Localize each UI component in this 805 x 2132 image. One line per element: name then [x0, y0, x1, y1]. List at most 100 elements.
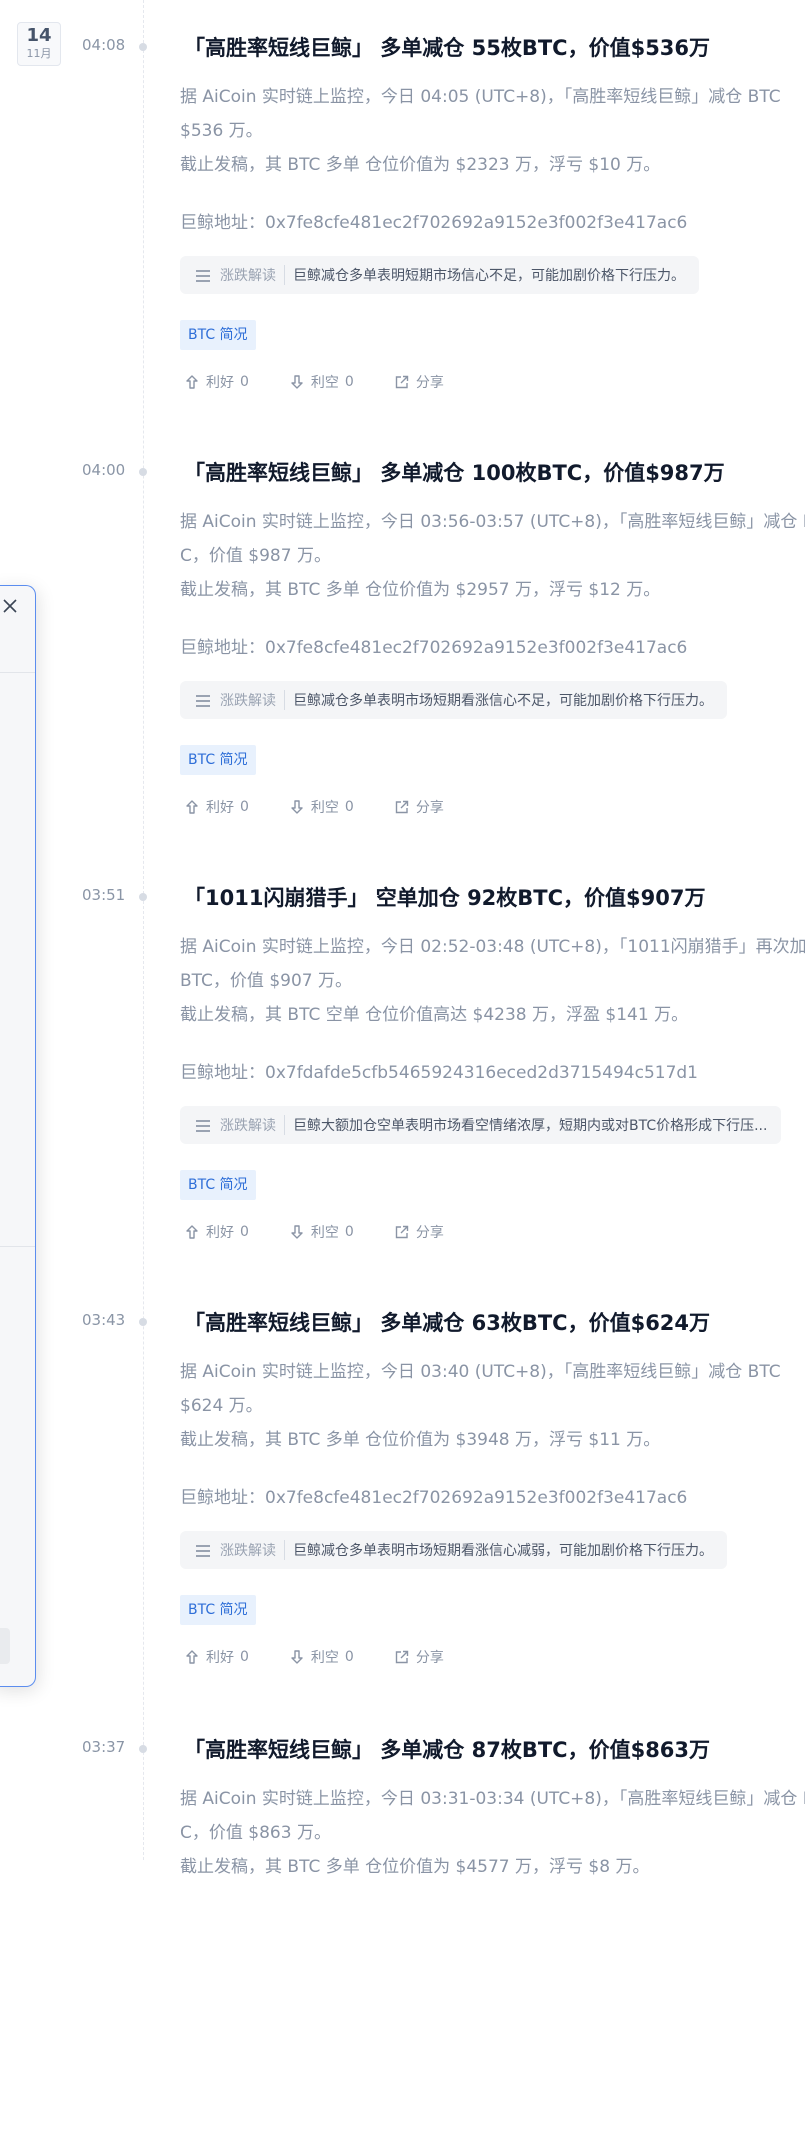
arrow-up-icon — [186, 1225, 198, 1239]
interpretation-text: 巨鲸大额加仓空单表明市场看空情绪浓厚，短期内或对BTC价格形成下行压... — [293, 1118, 768, 1134]
bear-count: 0 — [344, 1224, 354, 1240]
news-title[interactable]: 「1011闪崩猎手」 空单加仓 92枚BTC，价值$907万 — [184, 882, 705, 912]
share-icon — [395, 375, 409, 389]
bull-count: 0 — [240, 1649, 249, 1665]
bull-label: 利好 — [206, 1225, 234, 1241]
share-button[interactable]: 分享 — [394, 1222, 444, 1242]
btc-overview-tag[interactable]: BTC 简况 — [180, 320, 256, 350]
bear-label: 利空 — [310, 1225, 339, 1241]
bear-label: 利空 — [310, 375, 339, 391]
news-body-line: 据 AiCoin 实时链上监控，今日 03:40 (UTC+8)，「高胜率短线巨… — [180, 1362, 781, 1382]
bull-count: 0 — [240, 374, 249, 390]
whale-address: 巨鲸地址：0x7fe8cfe481ec2f702692a9152e3f002f3… — [180, 638, 688, 658]
price-interpretation[interactable]: 涨跌解读 巨鲸减仓多单表明市场短期看涨信心不足，可能加剧价格下行压力。 — [180, 681, 727, 719]
bull-label: 利好 — [206, 800, 234, 816]
news-body: 据 AiCoin 实时链上监控，今日 03:56-03:57 (UTC+8)，「… — [180, 505, 805, 607]
news-body: 据 AiCoin 实时链上监控，今日 04:05 (UTC+8)，「高胜率短线巨… — [180, 80, 805, 182]
timeline-dot — [139, 1745, 147, 1753]
price-interpretation[interactable]: 涨跌解读 巨鲸减仓多单表明市场短期看涨信心减弱，可能加剧价格下行压力。 — [180, 1531, 727, 1569]
price-interpretation[interactable]: 涨跌解读 巨鲸减仓多单表明短期市场信心不足，可能加剧价格下行压力。 — [180, 256, 699, 294]
arrow-up-icon — [186, 1650, 198, 1664]
news-body: 据 AiCoin 实时链上监控，今日 03:40 (UTC+8)，「高胜率短线巨… — [180, 1355, 805, 1457]
share-icon — [395, 1225, 409, 1239]
interpretation-text: 巨鲸减仓多单表明短期市场信心不足，可能加剧价格下行压力。 — [293, 268, 685, 284]
bear-button[interactable]: 利空 0 — [289, 1647, 354, 1667]
share-label: 分享 — [415, 800, 444, 816]
close-icon[interactable] — [0, 596, 20, 616]
news-time: 03:43 — [82, 1311, 126, 1329]
timeline-dot — [139, 468, 147, 476]
news-body-line: 截止发稿，其 BTC 多单 仓位价值为 $4577 万，浮亏 $8 万。 — [180, 1857, 650, 1877]
timeline-dot — [139, 893, 147, 901]
timeline-dot — [139, 1318, 147, 1326]
whale-address: 巨鲸地址：0x7fe8cfe481ec2f702692a9152e3f002f3… — [180, 1488, 688, 1508]
interpretation-text: 巨鲸减仓多单表明市场短期看涨信心减弱，可能加剧价格下行压力。 — [293, 1543, 713, 1559]
news-body-line: $624 万。 — [180, 1396, 263, 1416]
news-body-line: 截止发稿，其 BTC 多单 仓位价值为 $2323 万，浮亏 $10 万。 — [180, 155, 661, 175]
arrow-down-icon — [291, 800, 303, 814]
side-panel — [0, 585, 36, 1687]
news-body-line: 据 AiCoin 实时链上监控，今日 03:56-03:57 (UTC+8)，「… — [180, 512, 805, 532]
btc-overview-tag[interactable]: BTC 简况 — [180, 1170, 256, 1200]
bull-count: 0 — [240, 1224, 249, 1240]
bear-button[interactable]: 利空 0 — [289, 797, 354, 817]
news-item: 03:51 「1011闪崩猎手」 空单加仓 92枚BTC，价值$907万 据 A… — [0, 860, 805, 1280]
btc-overview-tag[interactable]: BTC 简况 — [180, 1595, 256, 1625]
bear-label: 利空 — [310, 800, 339, 816]
news-title[interactable]: 「高胜率短线巨鲸」 多单减仓 63枚BTC，价值$624万 — [184, 1307, 710, 1337]
share-icon — [395, 800, 409, 814]
list-icon — [196, 1119, 210, 1132]
news-body-line: C，价值 $987 万。 — [180, 546, 331, 566]
bear-count: 0 — [344, 1649, 354, 1665]
arrow-down-icon — [291, 1650, 303, 1664]
bull-label: 利好 — [206, 375, 234, 391]
news-actions: 利好 0 利空 0 分享 — [184, 1647, 444, 1667]
news-body-line: BTC，价值 $907 万。 — [180, 971, 352, 991]
news-body-line: 据 AiCoin 实时链上监控，今日 03:31-03:34 (UTC+8)，「… — [180, 1789, 805, 1809]
price-interpretation[interactable]: 涨跌解读 巨鲸大额加仓空单表明市场看空情绪浓厚，短期内或对BTC价格形成下行压.… — [180, 1106, 782, 1144]
bear-button[interactable]: 利空 0 — [289, 1222, 354, 1242]
bull-button[interactable]: 利好 0 — [184, 1222, 249, 1242]
news-actions: 利好 0 利空 0 分享 — [184, 797, 444, 817]
news-title[interactable]: 「高胜率短线巨鲸」 多单减仓 55枚BTC，价值$536万 — [184, 32, 710, 62]
bear-count: 0 — [344, 374, 354, 390]
bull-count: 0 — [240, 799, 249, 815]
bull-label: 利好 — [206, 1650, 234, 1666]
news-body-line: 截止发稿，其 BTC 多单 仓位价值为 $2957 万，浮亏 $12 万。 — [180, 580, 661, 600]
news-body-line: 据 AiCoin 实时链上监控，今日 02:52-03:48 (UTC+8)，「… — [180, 937, 805, 957]
bear-label: 利空 — [310, 1650, 339, 1666]
news-item: 03:37 「高胜率短线巨鲸」 多单减仓 87枚BTC，价值$863万 据 Ai… — [0, 1712, 805, 2132]
news-body-line: 截止发稿，其 BTC 空单 仓位价值高达 $4238 万，浮盈 $141 万。 — [180, 1005, 689, 1025]
share-label: 分享 — [415, 1225, 444, 1241]
share-icon — [395, 1650, 409, 1664]
news-title[interactable]: 「高胜率短线巨鲸」 多单减仓 87枚BTC，价值$863万 — [184, 1734, 710, 1764]
share-label: 分享 — [415, 1650, 444, 1666]
news-body-line: 据 AiCoin 实时链上监控，今日 04:05 (UTC+8)，「高胜率短线巨… — [180, 87, 781, 107]
interpretation-text: 巨鲸减仓多单表明市场短期看涨信心不足，可能加剧价格下行压力。 — [293, 693, 713, 709]
arrow-up-icon — [186, 800, 198, 814]
bear-count: 0 — [344, 799, 354, 815]
news-body-line: 截止发稿，其 BTC 多单 仓位价值为 $3948 万，浮亏 $11 万。 — [180, 1430, 661, 1450]
share-button[interactable]: 分享 — [394, 372, 444, 392]
share-button[interactable]: 分享 — [394, 797, 444, 817]
list-icon — [196, 694, 210, 707]
interpretation-label: 涨跌解读 — [220, 690, 285, 710]
btc-overview-tag[interactable]: BTC 简况 — [180, 745, 256, 775]
bull-button[interactable]: 利好 0 — [184, 372, 249, 392]
panel-bottom-control[interactable] — [0, 1628, 10, 1664]
news-item: 04:00 「高胜率短线巨鲸」 多单减仓 100枚BTC，价值$987万 据 A… — [0, 435, 805, 855]
news-time: 03:51 — [82, 886, 126, 904]
news-body-line: $536 万。 — [180, 121, 263, 141]
interpretation-label: 涨跌解读 — [220, 265, 285, 285]
bull-button[interactable]: 利好 0 — [184, 797, 249, 817]
share-button[interactable]: 分享 — [394, 1647, 444, 1667]
news-time: 04:00 — [82, 461, 126, 479]
news-actions: 利好 0 利空 0 分享 — [184, 372, 444, 392]
bull-button[interactable]: 利好 0 — [184, 1647, 249, 1667]
bear-button[interactable]: 利空 0 — [289, 372, 354, 392]
news-body: 据 AiCoin 实时链上监控，今日 02:52-03:48 (UTC+8)，「… — [180, 930, 805, 1032]
news-title[interactable]: 「高胜率短线巨鲸」 多单减仓 100枚BTC，价值$987万 — [184, 457, 725, 487]
news-time: 03:37 — [82, 1738, 126, 1756]
news-item: 04:08 「高胜率短线巨鲸」 多单减仓 55枚BTC，价值$536万 据 Ai… — [0, 10, 805, 430]
interpretation-label: 涨跌解读 — [220, 1115, 285, 1135]
